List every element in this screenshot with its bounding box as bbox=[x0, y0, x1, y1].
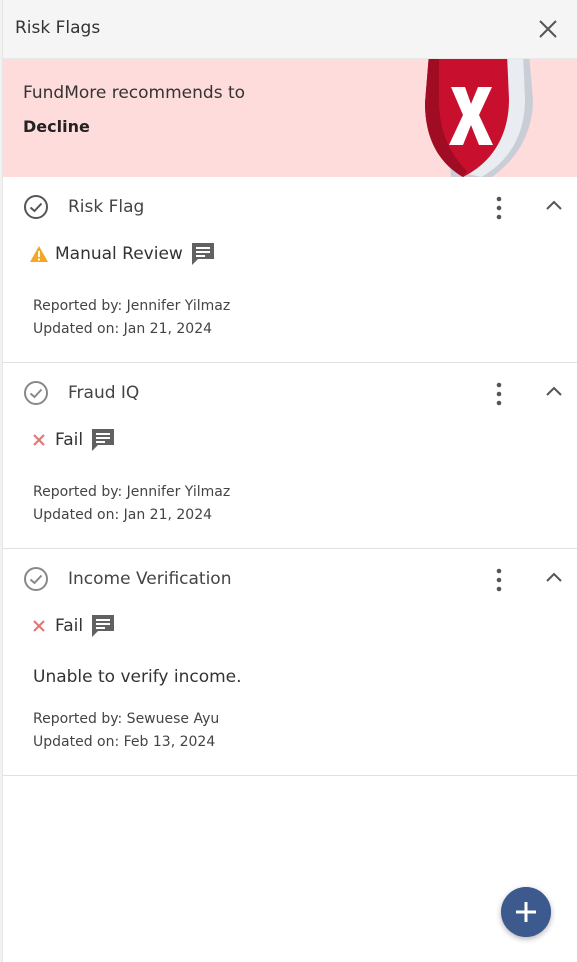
chevron-up-icon[interactable] bbox=[543, 381, 565, 401]
flag-meta: Reported by: Sewuese Ayu Updated on: Feb… bbox=[33, 708, 219, 754]
fail-x-icon bbox=[33, 620, 45, 632]
chevron-up-icon[interactable] bbox=[543, 195, 565, 215]
flag-note: Unable to verify income. bbox=[33, 667, 242, 687]
risk-flags-panel: Risk Flags FundMore recommends to Declin… bbox=[2, 0, 577, 962]
add-flag-button[interactable] bbox=[501, 887, 551, 937]
flag-meta: Reported by: Jennifer Yilmaz Updated on:… bbox=[33, 481, 230, 527]
check-circle-icon[interactable] bbox=[23, 566, 49, 592]
flag-title: Risk Flag bbox=[68, 197, 145, 217]
risk-flag-card: Fraud IQ Fail Reported by: Jennifer Yilm… bbox=[3, 363, 577, 549]
close-icon[interactable] bbox=[537, 18, 559, 40]
chevron-up-icon[interactable] bbox=[543, 567, 565, 587]
risk-flag-card: Risk Flag Manual Review Reported by: Jen… bbox=[3, 177, 577, 363]
warning-icon bbox=[30, 246, 48, 262]
updated-on: Updated on: Jan 21, 2024 bbox=[33, 507, 213, 523]
panel-title: Risk Flags bbox=[15, 18, 101, 38]
more-vert-icon[interactable] bbox=[490, 195, 508, 221]
comment-icon[interactable] bbox=[189, 240, 217, 268]
status-label: Fail bbox=[55, 616, 84, 636]
flag-title: Fraud IQ bbox=[68, 383, 140, 403]
check-circle-icon[interactable] bbox=[23, 194, 49, 220]
check-circle-icon[interactable] bbox=[23, 380, 49, 406]
flag-status: Fail bbox=[29, 611, 117, 641]
recommendation-decision: Decline bbox=[23, 117, 90, 136]
recommendation-banner: FundMore recommends to Decline bbox=[3, 59, 577, 177]
recommendation-text: FundMore recommends to bbox=[23, 83, 246, 103]
more-vert-icon[interactable] bbox=[490, 381, 508, 407]
risk-flag-card: Income Verification Fail Unable to verif… bbox=[3, 549, 577, 776]
reported-by: Reported by: Sewuese Ayu bbox=[33, 711, 220, 727]
panel-header: Risk Flags bbox=[3, 0, 577, 59]
updated-on: Updated on: Jan 21, 2024 bbox=[33, 321, 213, 337]
decline-shield-icon bbox=[425, 59, 533, 177]
flag-status: Manual Review bbox=[29, 239, 217, 269]
comment-icon[interactable] bbox=[89, 612, 117, 640]
updated-on: Updated on: Feb 13, 2024 bbox=[33, 734, 216, 750]
status-label: Fail bbox=[55, 430, 84, 450]
reported-by: Reported by: Jennifer Yilmaz bbox=[33, 298, 231, 314]
reported-by: Reported by: Jennifer Yilmaz bbox=[33, 484, 231, 500]
flag-title: Income Verification bbox=[68, 569, 232, 589]
fail-x-icon bbox=[33, 434, 45, 446]
more-vert-icon[interactable] bbox=[490, 567, 508, 593]
flag-meta: Reported by: Jennifer Yilmaz Updated on:… bbox=[33, 295, 230, 341]
comment-icon[interactable] bbox=[89, 426, 117, 454]
status-label: Manual Review bbox=[55, 244, 183, 264]
flag-status: Fail bbox=[29, 425, 117, 455]
